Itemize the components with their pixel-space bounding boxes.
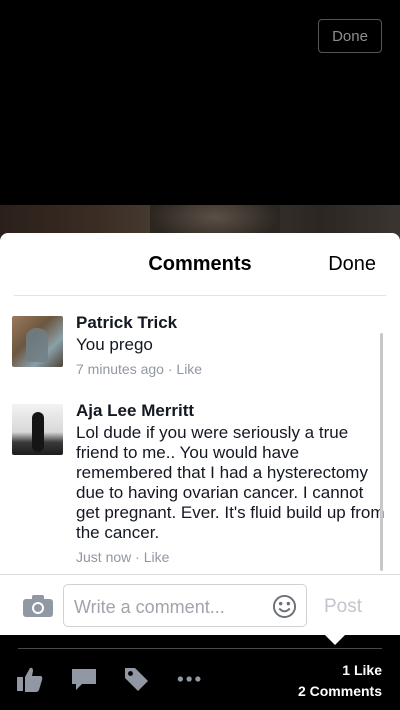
comment-like-link[interactable]: Like	[144, 549, 170, 565]
comment-input-placeholder: Write a comment...	[74, 597, 225, 617]
camera-icon[interactable]	[22, 594, 54, 618]
divider	[18, 648, 382, 649]
like-icon[interactable]	[16, 665, 44, 693]
more-icon[interactable]	[176, 665, 204, 693]
meta-separator: ·	[131, 549, 144, 565]
emoji-icon[interactable]	[272, 594, 297, 619]
likes-count[interactable]: 1 Like	[298, 660, 382, 681]
comment-time: Just now	[76, 549, 132, 565]
avatar[interactable]	[12, 404, 63, 455]
comment-input[interactable]: Write a comment...	[63, 584, 307, 627]
meta-separator: ·	[163, 361, 177, 377]
comment-like-link[interactable]: Like	[176, 361, 202, 377]
photo-stats[interactable]: 1 Like 2 Comments	[298, 660, 382, 702]
comment-composer: Write a comment... Post	[0, 574, 400, 635]
avatar[interactable]	[12, 316, 63, 367]
tag-icon[interactable]	[122, 665, 150, 693]
sheet-pointer	[323, 633, 347, 645]
comment-author[interactable]: Aja Lee Merritt	[76, 401, 386, 421]
comment-author[interactable]: Patrick Trick	[76, 313, 386, 333]
comments-sheet: Comments Done Patrick Trick You prego 7 …	[0, 233, 400, 635]
comment-text: Lol dude if you were seriously a true fr…	[76, 423, 385, 542]
comment-icon[interactable]	[70, 665, 98, 693]
sheet-header: Comments Done	[14, 233, 386, 296]
sheet-done-button[interactable]: Done	[328, 253, 376, 276]
comment-meta: Just now · Like	[76, 549, 386, 565]
scrollbar[interactable]	[380, 333, 383, 571]
comment-text: You prego	[76, 335, 153, 354]
post-button[interactable]: Post	[324, 596, 362, 618]
comment-time: 7 minutes ago	[76, 361, 164, 377]
done-button[interactable]: Done	[318, 19, 382, 53]
comments-count[interactable]: 2 Comments	[298, 681, 382, 702]
comment-meta: 7 minutes ago · Like	[76, 361, 386, 377]
